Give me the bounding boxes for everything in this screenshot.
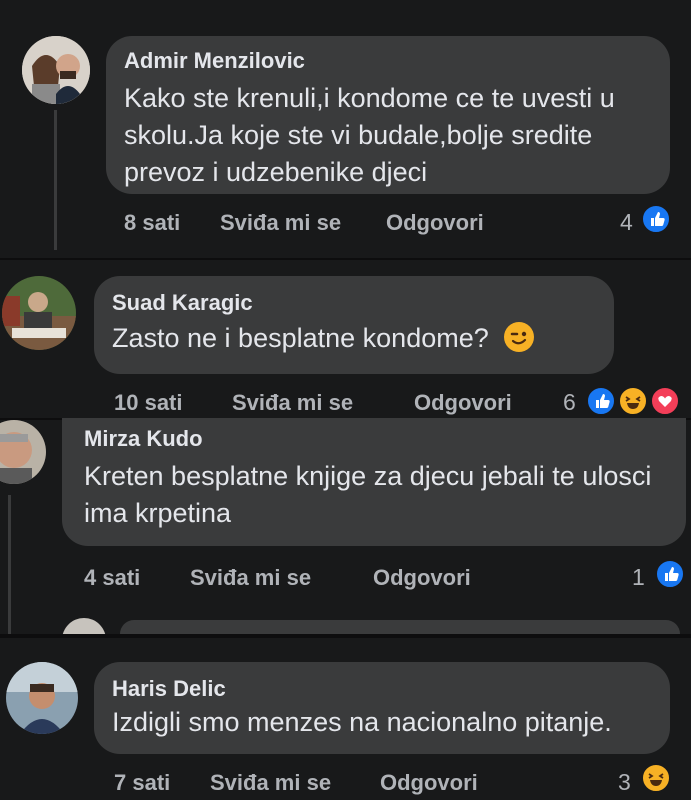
comment-text-content: Zasto ne i besplatne kondome? <box>112 323 489 353</box>
like-link[interactable]: Sviđa mi se <box>232 390 353 416</box>
partial-reply-avatar <box>62 618 106 634</box>
like-reaction-icon <box>586 386 616 416</box>
comment-bubble[interactable]: Admir Menzilovic Kako ste krenuli,i kond… <box>106 36 670 194</box>
comment-time[interactable]: 4 sati <box>84 565 140 591</box>
comment-author[interactable]: Haris Delic <box>112 676 652 702</box>
comment-author[interactable]: Admir Menzilovic <box>124 48 652 74</box>
reaction-count[interactable]: 3 <box>618 769 631 796</box>
like-link[interactable]: Sviđa mi se <box>210 770 331 796</box>
comment-bubble[interactable]: Suad Karagic Zasto ne i besplatne kondom… <box>94 276 614 374</box>
profile-photo-icon <box>2 276 76 350</box>
comment-author[interactable]: Suad Karagic <box>112 290 596 316</box>
reaction-count[interactable]: 1 <box>632 564 645 591</box>
like-link[interactable]: Sviđa mi se <box>190 565 311 591</box>
comment-bubble[interactable]: Mirza Kudo Kreten besplatne knjige za dj… <box>62 418 686 546</box>
reply-link[interactable]: Odgovori <box>373 565 471 591</box>
comment-text: Zasto ne i besplatne kondome? <box>112 320 596 357</box>
divider <box>0 258 691 260</box>
avatar-mirza[interactable] <box>0 420 46 484</box>
haha-reaction-icon <box>618 386 648 416</box>
divider <box>0 634 691 638</box>
comment-author[interactable]: Mirza Kudo <box>84 426 664 452</box>
reply-link[interactable]: Odgovori <box>414 390 512 416</box>
thread-line <box>54 110 57 250</box>
love-reaction-icon <box>650 386 680 416</box>
like-link[interactable]: Sviđa mi se <box>220 210 341 236</box>
profile-photo-icon <box>6 662 78 734</box>
reply-link[interactable]: Odgovori <box>386 210 484 236</box>
comment-text: Izdigli smo menzes na nacionalno pitanje… <box>112 707 612 737</box>
reaction-count[interactable]: 6 <box>563 389 576 416</box>
wink-emoji-icon <box>504 322 535 352</box>
cutoff-action-row <box>120 0 520 8</box>
comment-time[interactable]: 8 sati <box>124 210 180 236</box>
like-reaction-icon <box>655 559 685 589</box>
haha-reaction-icon <box>641 763 671 793</box>
comment-bubble[interactable]: Haris Delic Izdigli smo menzes na nacion… <box>94 662 670 754</box>
like-reaction-icon <box>641 204 671 234</box>
thread-line <box>8 495 11 635</box>
comment-time[interactable]: 7 sati <box>114 770 170 796</box>
profile-photo-icon <box>22 36 90 104</box>
comment-text: Kako ste krenuli,i kondome ce te uvesti … <box>124 83 615 187</box>
reaction-count[interactable]: 4 <box>620 209 633 236</box>
comment-time[interactable]: 10 sati <box>114 390 183 416</box>
avatar-suad[interactable] <box>2 276 76 350</box>
avatar-admir[interactable] <box>22 36 90 104</box>
comment-text: Kreten besplatne knjige za djecu jebali … <box>84 461 652 528</box>
avatar-haris[interactable] <box>6 662 78 734</box>
partial-reply-bubble <box>120 620 680 634</box>
profile-photo-icon <box>0 420 46 484</box>
reply-link[interactable]: Odgovori <box>380 770 478 796</box>
